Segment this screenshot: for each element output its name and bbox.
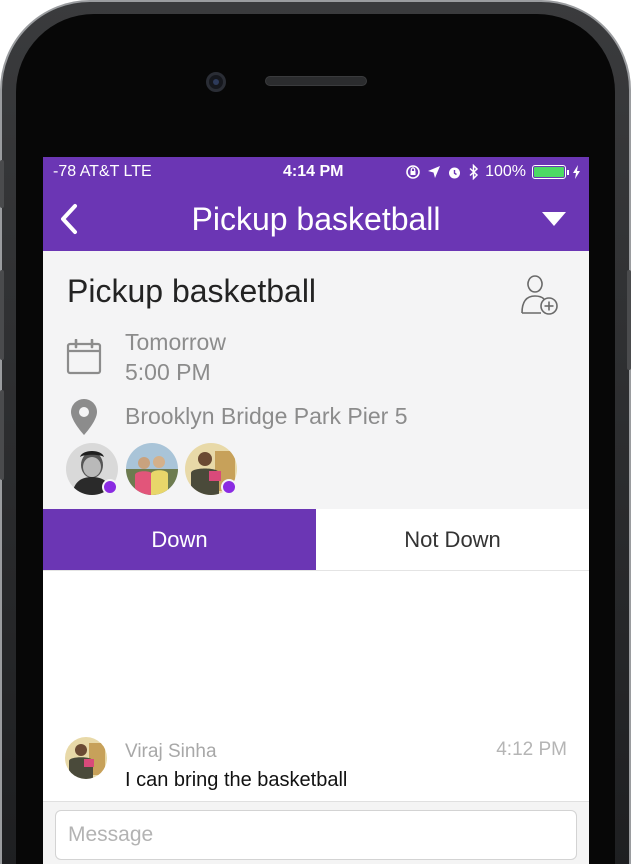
front-camera (206, 72, 226, 92)
dropdown-triangle-icon[interactable] (541, 211, 567, 227)
event-date: Tomorrow (125, 329, 226, 355)
phone-frame: -78 AT&T LTE 4:14 PM 100% Pickup basketb… (0, 0, 631, 864)
add-person-icon[interactable] (519, 273, 559, 317)
nav-bar: Pickup basketball (43, 187, 589, 251)
online-status-dot (221, 479, 237, 495)
status-bar: -78 AT&T LTE 4:14 PM 100% (43, 157, 589, 187)
rotation-lock-icon (406, 165, 420, 179)
power-button (627, 270, 631, 370)
online-status-dot (102, 479, 118, 495)
battery-percent: 100% (485, 163, 526, 180)
event-time: 5:00 PM (125, 359, 211, 385)
calendar-icon (66, 339, 102, 375)
volume-down-button (0, 390, 4, 480)
battery-icon (532, 165, 569, 179)
status-icons: 100% (405, 163, 581, 181)
status-time: 4:14 PM (283, 163, 344, 180)
location-arrow-icon (428, 166, 441, 178)
chat-message: Viraj Sinha 4:12 PM I can bring the bask… (43, 731, 589, 801)
location-pin-icon (71, 399, 97, 435)
volume-up-button (0, 270, 4, 360)
mute-switch (0, 160, 4, 208)
bluetooth-icon (469, 164, 479, 180)
event-location: Brooklyn Bridge Park Pier 5 (125, 403, 408, 429)
tab-not-down[interactable]: Not Down (316, 509, 589, 570)
tab-down[interactable]: Down (43, 509, 316, 570)
sender-avatar[interactable] (65, 737, 107, 779)
event-title: Pickup basketball (67, 273, 317, 309)
nav-title: Pickup basketball (191, 201, 441, 237)
message-timestamp: 4:12 PM (496, 739, 567, 760)
message-input[interactable] (55, 810, 577, 860)
carrier-signal: -78 AT&T LTE (53, 163, 152, 180)
event-details-card: Pickup basketball Tomorrow 5:00 PM Brook… (43, 251, 589, 509)
earpiece-speaker (265, 76, 367, 86)
alarm-icon (449, 167, 461, 178)
message-composer (43, 801, 589, 864)
message-sender: Viraj Sinha (125, 741, 217, 762)
app-screen: -78 AT&T LTE 4:14 PM 100% Pickup basketb… (43, 157, 589, 864)
attendee-avatar[interactable] (126, 443, 178, 495)
rsvp-tabs: Down Not Down (43, 509, 589, 571)
charging-bolt-icon (573, 165, 580, 179)
message-text: I can bring the basketball (125, 769, 348, 791)
